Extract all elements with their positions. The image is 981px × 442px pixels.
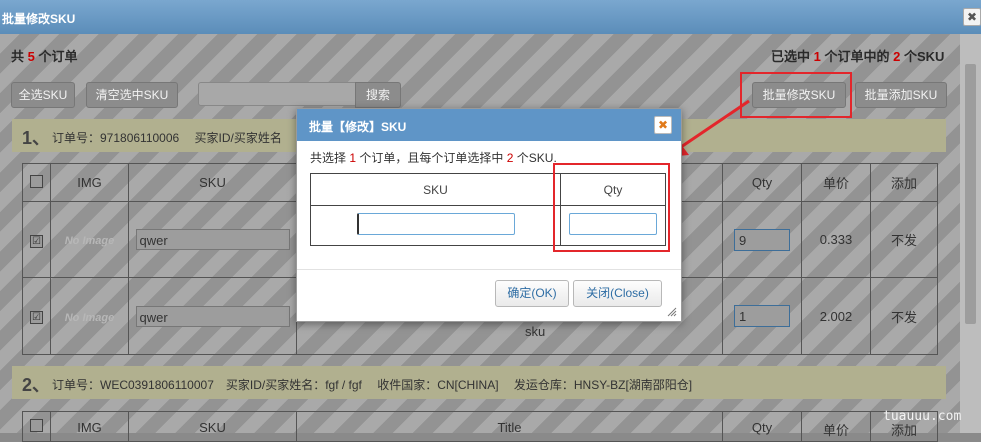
close-button[interactable]: 关闭(Close) <box>573 280 662 307</box>
highlight-box-batch-modify <box>740 72 852 118</box>
col-img: IMG <box>50 411 129 442</box>
watermark: tuauuu.com <box>883 409 962 424</box>
col-title: Title <box>296 411 723 442</box>
row-checkbox[interactable]: ☑ <box>30 234 43 248</box>
qty-input[interactable]: 9 <box>734 228 790 251</box>
qty-input[interactable]: 1 <box>734 305 790 327</box>
col-price: 单价 <box>801 163 871 202</box>
dialog-title: 批量【修改】SKU <box>309 120 407 134</box>
skip-link[interactable]: 不发 <box>870 201 938 278</box>
dialog-sku-input[interactable] <box>356 213 515 235</box>
dialog-order-count: 1 <box>349 151 357 165</box>
col-sku: SKU <box>128 411 297 442</box>
selected-order-count: 1 <box>813 49 821 64</box>
selected-sku-count: 2 <box>893 49 901 64</box>
batch-add-sku-button[interactable]: 批量添加SKU <box>855 82 947 108</box>
highlight-box-qty <box>553 163 670 252</box>
col-img: IMG <box>50 163 129 202</box>
table-header-row: IMG SKU Title Qty 单价 添加 <box>22 411 938 442</box>
row-checkbox[interactable]: ☑ <box>30 311 43 324</box>
resize-grip-icon[interactable] <box>667 307 677 317</box>
sku-input[interactable]: qwer <box>135 229 290 250</box>
order-header-2: 2、 订单号：WEC0391806110007 买家ID/买家姓名：fgf / … <box>12 366 946 399</box>
col-qty: Qty <box>722 163 802 202</box>
skip-link[interactable]: 不发 <box>870 277 938 355</box>
price-cell: 2.002 <box>801 277 871 355</box>
order-info: 订单号：WEC0391806110007 买家ID/买家姓名：fgf / fgf… <box>52 378 693 392</box>
batch-modify-sku-window: 批量修改SKU ✖ 共 5 个订单 已选中 1 个订单中的 2 个SKU 全选S… <box>0 0 981 442</box>
vertical-scrollbar[interactable] <box>960 34 981 433</box>
price-cell: 0.333 <box>801 201 871 278</box>
dialog-col-sku: SKU <box>310 173 561 206</box>
no-image-placeholder: No Image <box>64 235 115 247</box>
add-link[interactable]: 添加 <box>870 163 938 202</box>
ok-button[interactable]: 确定(OK) <box>495 280 569 307</box>
window-titlebar: 批量修改SKU ✖ <box>0 0 981 34</box>
col-price: 单价 <box>801 411 871 442</box>
dialog-message: 共选择 1 个订单，且每个订单选择中 2 个SKU. <box>310 151 557 165</box>
dialog-sku-count: 2 <box>506 151 514 165</box>
no-image-placeholder: No Image <box>64 311 115 324</box>
order-2-sku-table: IMG SKU Title Qty 单价 添加 <box>22 411 938 442</box>
dialog-header: 批量【修改】SKU ✖ <box>297 109 681 141</box>
search-button[interactable]: 搜索 <box>355 82 401 108</box>
select-all-checkbox[interactable] <box>30 418 43 432</box>
order-index: 1、 <box>22 128 51 148</box>
select-all-checkbox[interactable] <box>30 174 43 188</box>
window-close-icon[interactable]: ✖ <box>963 8 981 26</box>
order-info: 订单号：971806110006 买家ID/买家姓名 <box>52 131 282 145</box>
col-sku: SKU <box>128 163 297 202</box>
order-index: 2、 <box>22 375 51 395</box>
selection-summary: 已选中 1 个订单中的 2 个SKU <box>771 49 945 64</box>
search-input[interactable] <box>198 82 356 106</box>
window-title: 批量修改SKU <box>2 12 76 26</box>
order-total-count: 5 <box>27 49 35 64</box>
select-all-sku-button[interactable]: 全选SKU <box>11 82 75 108</box>
dialog-footer-divider <box>297 269 681 270</box>
col-qty: Qty <box>722 411 802 442</box>
sku-input[interactable]: qwer <box>135 305 290 327</box>
clear-selected-sku-button[interactable]: 清空选中SKU <box>86 82 178 108</box>
scrollbar-thumb[interactable] <box>965 64 976 324</box>
dialog-close-icon[interactable]: ✖ <box>654 116 672 134</box>
order-total: 共 5 个订单 <box>11 49 78 64</box>
